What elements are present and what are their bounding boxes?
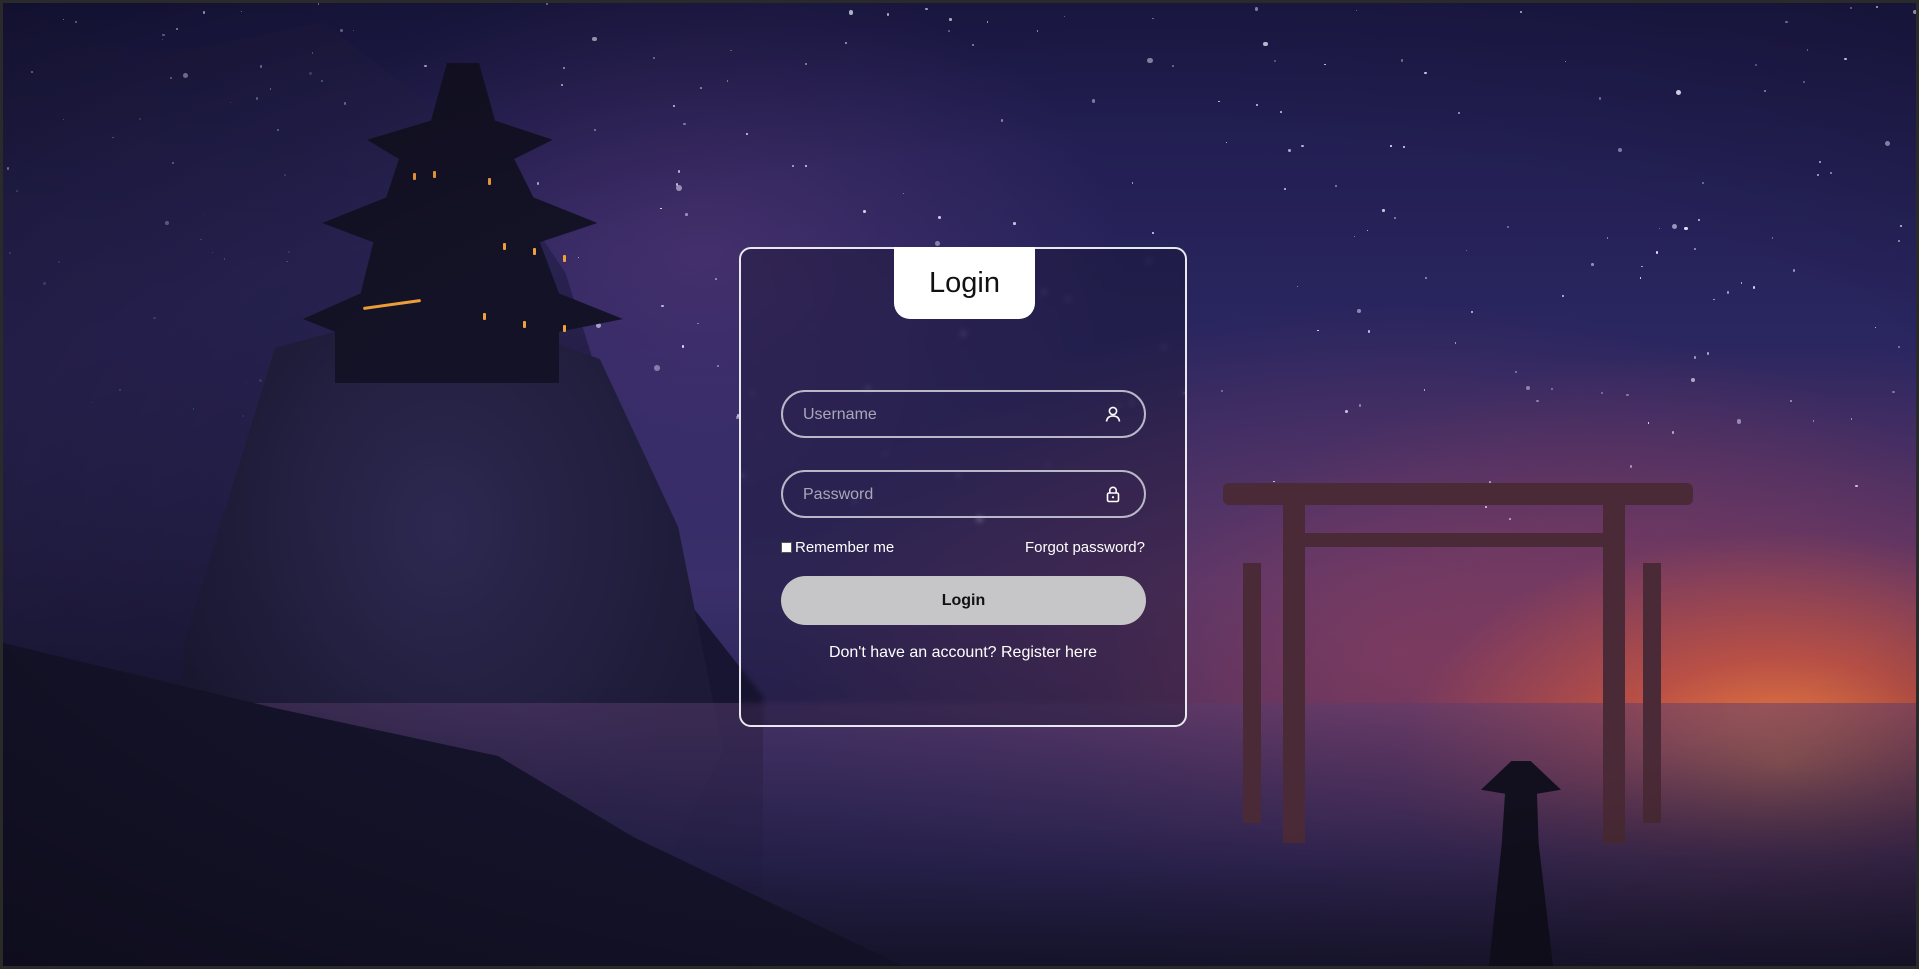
user-icon [1105,406,1121,422]
username-input[interactable] [801,392,1095,438]
login-card: Login Remember me Forgot password? Login… [739,247,1187,727]
register-link[interactable]: Don't have an account? Register here [741,644,1185,662]
login-title: Login [929,266,1000,299]
lock-icon [1106,486,1120,503]
remember-label: Remember me [795,539,895,556]
remember-me[interactable]: Remember me [781,539,894,556]
password-field[interactable] [781,470,1146,518]
login-button[interactable]: Login [781,576,1146,625]
page-frame: Login Remember me Forgot password? Login… [3,3,1916,966]
forgot-password-link[interactable]: Forgot password? [1025,539,1145,556]
username-field[interactable] [781,390,1146,438]
login-title-tab: Login [894,247,1035,319]
password-input[interactable] [801,472,1095,518]
remember-checkbox[interactable] [781,542,792,553]
